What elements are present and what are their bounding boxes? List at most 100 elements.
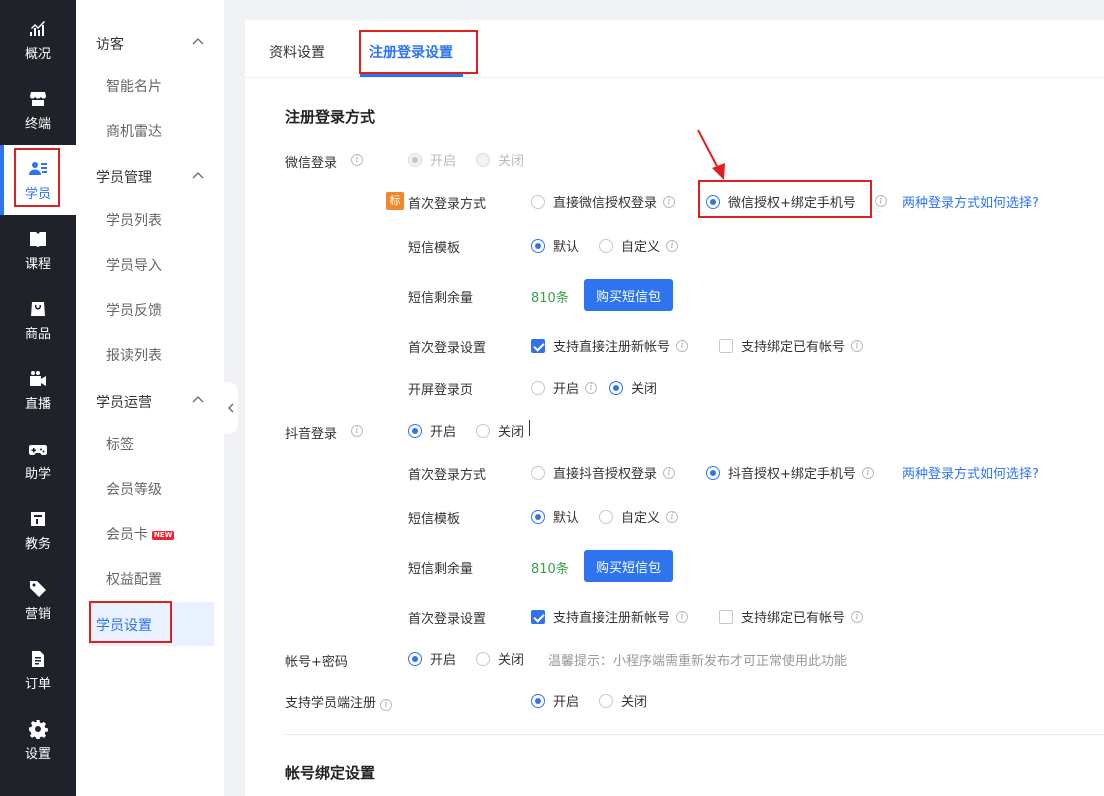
sub-item-member-card[interactable]: 会员卡 NEW xyxy=(106,524,175,544)
nav-item-marketing[interactable]: 营销 xyxy=(0,565,76,635)
wechat-buy-sms-button[interactable]: 购买短信包 xyxy=(584,279,674,311)
wechat-allow-register-checkbox[interactable]: 支持直接注册新帐号 i xyxy=(531,336,689,355)
nav-item-settings[interactable]: 设置 xyxy=(0,705,76,775)
bag-icon xyxy=(28,299,48,319)
radio-icon xyxy=(599,238,613,253)
nav-label: 助学 xyxy=(24,466,51,482)
radio-icon xyxy=(531,693,545,708)
nav-item-goods[interactable]: 商品 xyxy=(0,285,76,355)
info-icon[interactable]: i xyxy=(851,610,864,623)
douyin-auth-bind-phone-radio[interactable]: 抖音授权+绑定手机号 i xyxy=(706,463,874,482)
nav-label: 概况 xyxy=(24,46,51,62)
sub-item-benefits[interactable]: 权益配置 xyxy=(106,569,162,589)
info-icon[interactable]: i xyxy=(351,425,363,437)
wechat-allow-bind-checkbox[interactable]: 支持绑定已有帐号 i xyxy=(719,336,864,355)
student-register-off-radio[interactable]: 关闭 xyxy=(599,691,647,710)
info-icon[interactable]: i xyxy=(351,154,363,166)
info-icon[interactable]: i xyxy=(676,610,689,623)
group-title-visitors[interactable]: 访客 xyxy=(96,34,124,54)
tab-register-login-settings[interactable]: 注册登录设置 xyxy=(369,42,453,62)
wechat-auth-bind-phone-radio[interactable]: 微信授权+绑定手机号 xyxy=(706,192,856,211)
gear-icon xyxy=(28,719,48,739)
collapse-sidebar-button[interactable] xyxy=(224,382,238,434)
nav-item-terminal[interactable]: 终端 xyxy=(0,75,76,145)
store-icon xyxy=(28,89,48,109)
account-password-on-radio[interactable]: 开启 xyxy=(408,649,456,668)
republish-hint: 温馨提示：小程序端需重新发布才可正常使用此功能 xyxy=(548,654,848,669)
info-icon[interactable]: i xyxy=(666,510,679,523)
sub-item-student-list[interactable]: 学员列表 xyxy=(106,210,162,230)
radio-icon xyxy=(408,152,422,167)
sub-item-student-import[interactable]: 学员导入 xyxy=(106,255,162,275)
account-password-off-radio[interactable]: 关闭 xyxy=(476,649,524,668)
douyin-help-link[interactable]: 两种登录方式如何选择? xyxy=(902,463,1039,482)
info-icon[interactable]: i xyxy=(585,381,598,394)
chevron-up-icon[interactable] xyxy=(192,394,204,406)
sub-item-business-card[interactable]: 智能名片 xyxy=(106,76,162,96)
student-register-on-radio[interactable]: 开启 xyxy=(531,691,579,710)
info-icon[interactable]: i xyxy=(875,195,887,207)
label-text: 支持学员端注册 xyxy=(285,696,377,711)
nav-item-orders[interactable]: 订单 xyxy=(0,635,76,705)
radio-icon xyxy=(706,465,720,480)
info-icon[interactable]: i xyxy=(676,339,689,352)
radio-icon xyxy=(531,509,545,524)
douyin-allow-register-checkbox[interactable]: 支持直接注册新帐号 i xyxy=(531,607,689,626)
sub-item-member-level[interactable]: 会员等级 xyxy=(106,479,162,499)
douyin-login-off-radio[interactable]: 关闭 xyxy=(476,421,524,440)
checkbox-label: 支持绑定已有帐号 xyxy=(741,340,846,355)
info-icon[interactable]: i xyxy=(663,195,676,208)
radio-label: 关闭 xyxy=(631,382,658,397)
account-password-label: 帐号+密码 xyxy=(285,655,348,670)
nav-item-academic[interactable]: 教务 xyxy=(0,495,76,565)
info-icon[interactable]: i xyxy=(663,466,676,479)
info-icon[interactable]: i xyxy=(861,466,874,479)
douyin-direct-auth-radio[interactable]: 直接抖音授权登录 i xyxy=(531,463,676,482)
wechat-login-on-radio[interactable]: 开启 xyxy=(408,150,456,169)
radio-icon xyxy=(476,152,490,167)
nav-item-overview[interactable]: 概况 xyxy=(0,5,76,75)
wechat-sms-default-radio[interactable]: 默认 xyxy=(531,236,579,255)
wechat-sms-balance-label: 短信剩余量 xyxy=(408,291,474,306)
wechat-login-off-radio[interactable]: 关闭 xyxy=(476,150,524,169)
checkbox-icon xyxy=(719,338,733,353)
chevron-up-icon[interactable] xyxy=(192,36,204,48)
nav-label: 直播 xyxy=(24,396,51,412)
sub-item-student-settings[interactable]: 学员设置 xyxy=(96,615,152,635)
sub-item-student-feedback[interactable]: 学员反馈 xyxy=(106,300,162,320)
wechat-sms-custom-radio[interactable]: 自定义 i xyxy=(599,236,679,255)
nav-item-live[interactable]: 直播 xyxy=(0,355,76,425)
douyin-sms-custom-radio[interactable]: 自定义 i xyxy=(599,507,679,526)
radio-label: 默认 xyxy=(553,511,580,526)
wechat-splash-off-radio[interactable]: 关闭 xyxy=(609,378,657,397)
sub-item-enroll-list[interactable]: 报读列表 xyxy=(106,345,162,365)
wechat-login-label: 微信登录 xyxy=(285,156,338,171)
checkbox-icon xyxy=(531,338,545,353)
sub-item-radar[interactable]: 商机雷达 xyxy=(106,121,162,141)
calendar-icon xyxy=(28,509,48,529)
wechat-help-link[interactable]: 两种登录方式如何选择? xyxy=(902,192,1039,211)
wechat-first-login-label: 首次登录方式 xyxy=(408,197,487,212)
arrow-annotation-icon xyxy=(697,129,725,180)
radio-label: 开启 xyxy=(430,653,457,668)
nav-item-students[interactable]: 学员 xyxy=(0,145,76,215)
chevron-up-icon[interactable] xyxy=(192,170,204,182)
douyin-login-on-radio[interactable]: 开启 xyxy=(408,421,456,440)
douyin-sms-default-radio[interactable]: 默认 xyxy=(531,507,579,526)
info-icon[interactable]: i xyxy=(380,699,393,711)
tab-profile-settings[interactable]: 资料设置 xyxy=(269,42,325,62)
nav-item-courses[interactable]: 课程 xyxy=(0,215,76,285)
douyin-buy-sms-button[interactable]: 购买短信包 xyxy=(584,550,674,582)
douyin-allow-bind-checkbox[interactable]: 支持绑定已有帐号 i xyxy=(719,607,864,626)
radio-label: 开启 xyxy=(553,382,580,397)
sub-item-tags[interactable]: 标签 xyxy=(106,434,134,454)
wechat-direct-auth-radio[interactable]: 直接微信授权登录 i xyxy=(531,192,676,211)
group-title-student-mgmt[interactable]: 学员管理 xyxy=(96,167,152,187)
wechat-splash-on-radio[interactable]: 开启 i xyxy=(531,378,598,397)
document-icon xyxy=(28,649,48,669)
info-icon[interactable]: i xyxy=(851,339,864,352)
info-icon[interactable]: i xyxy=(666,239,679,252)
radio-icon xyxy=(531,380,545,395)
nav-item-assist[interactable]: 助学 xyxy=(0,425,76,495)
group-title-student-ops[interactable]: 学员运营 xyxy=(96,392,152,412)
